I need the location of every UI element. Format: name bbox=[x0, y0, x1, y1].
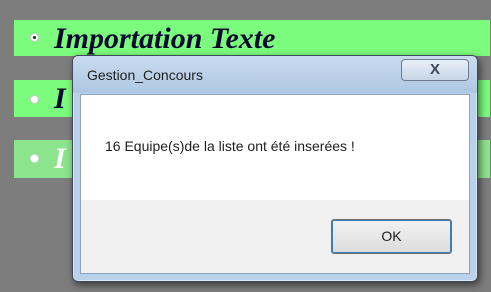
close-button[interactable]: X bbox=[401, 59, 469, 81]
ok-button[interactable]: OK bbox=[331, 219, 452, 254]
option-label: I bbox=[54, 142, 66, 175]
dialog-message: 16 Equipe(s)de la liste ont été inserées… bbox=[105, 138, 355, 154]
dialog-titlebar[interactable]: Gestion_Concours X bbox=[73, 56, 477, 93]
radio-button[interactable] bbox=[30, 154, 39, 163]
option-importation-texte[interactable]: Importation Texte bbox=[14, 20, 490, 56]
dialog-title: Gestion_Concours bbox=[87, 67, 203, 83]
dialog-body: 16 Equipe(s)de la liste ont été inserées… bbox=[80, 94, 470, 274]
close-icon: X bbox=[429, 61, 440, 78]
message-dialog: Gestion_Concours X 16 Equipe(s)de la lis… bbox=[72, 55, 478, 282]
radio-button[interactable] bbox=[30, 95, 39, 104]
option-label: I bbox=[54, 82, 66, 115]
radio-button-checked[interactable] bbox=[30, 33, 39, 42]
dialog-footer: OK bbox=[81, 200, 469, 273]
option-label: Importation Texte bbox=[54, 22, 276, 55]
